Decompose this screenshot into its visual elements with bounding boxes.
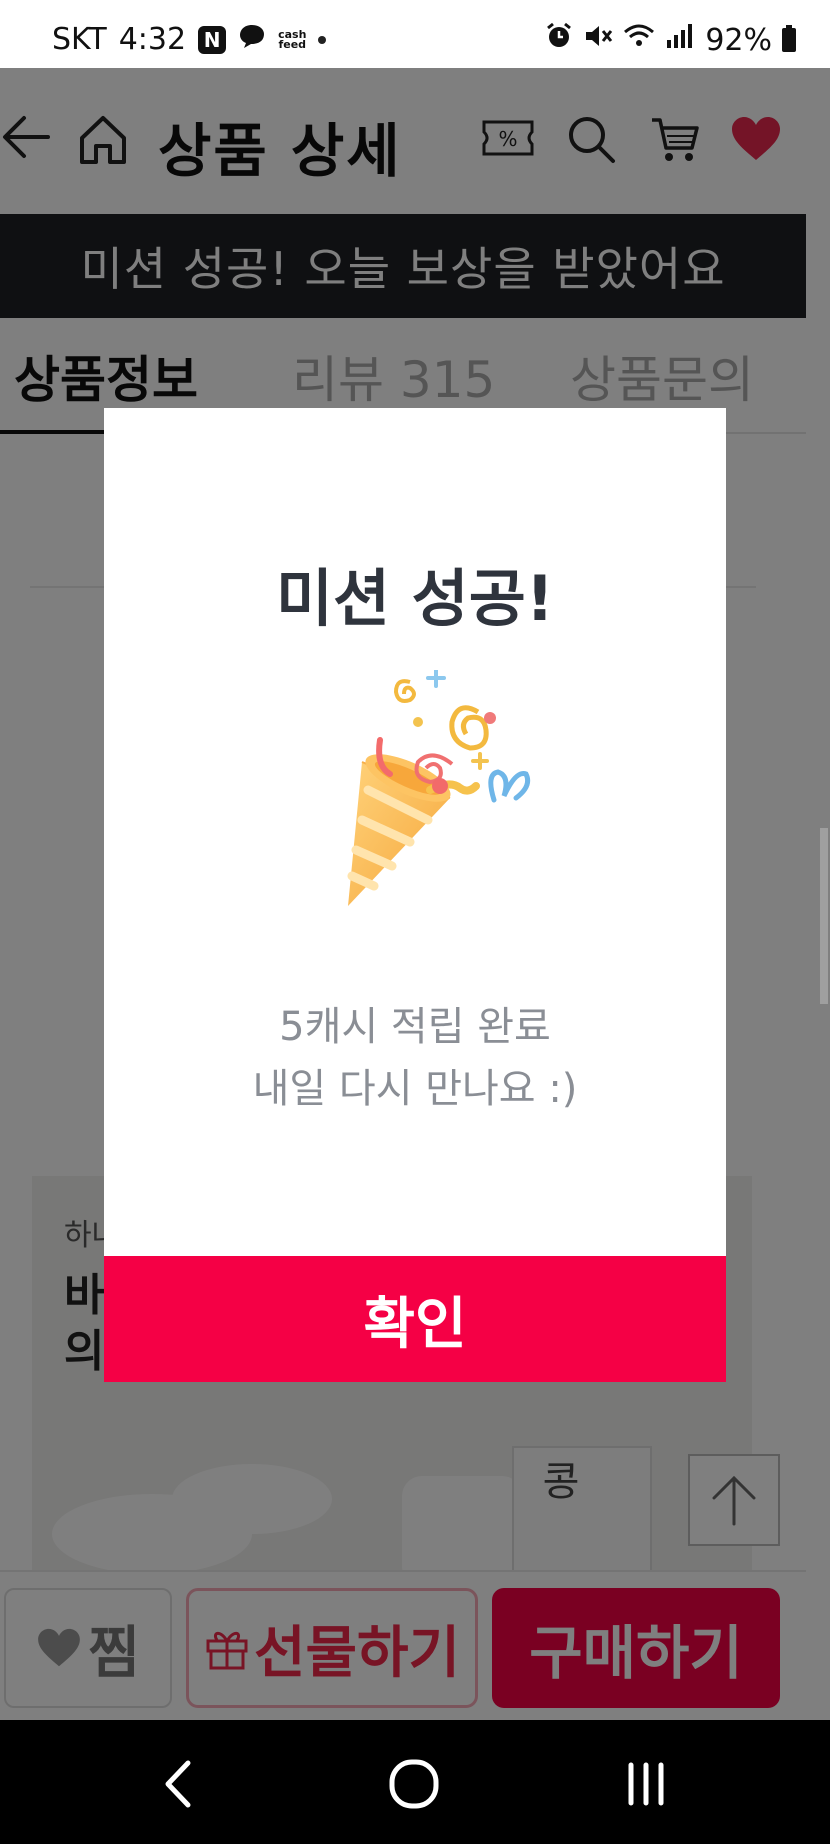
scrollbar-thumb[interactable]: [820, 828, 828, 1004]
home-circle-icon: [389, 1759, 439, 1809]
dialog-message: 5캐시 적립 완료 내일 다시 만나요 :): [104, 996, 726, 1120]
signal-icon: [665, 22, 695, 58]
cash-feed-icon: cash feed: [278, 29, 307, 51]
wifi-icon: [623, 22, 655, 58]
nav-home-button[interactable]: [384, 1754, 444, 1814]
dialog-title: 미션 성공!: [275, 562, 555, 635]
mission-success-dialog: 미션 성공! 5캐시 적립 완료 내일 다시 만나요:) 확인: [104, 408, 726, 1382]
alarm-icon: [545, 22, 573, 58]
chevron-left-icon: [165, 1760, 191, 1808]
dialog-message-line2: 내일 다시 만나요 :): [252, 1066, 578, 1112]
notification-dot-icon: [318, 35, 327, 44]
nav-recents-button[interactable]: [616, 1754, 676, 1814]
nav-back-button[interactable]: [150, 1754, 210, 1814]
cash-feed-line2: feed: [278, 37, 307, 51]
clock: 4:32: [118, 22, 187, 57]
chat-icon: [238, 22, 266, 57]
n-app-icon: N: [198, 25, 227, 54]
carrier-label: SKT: [52, 22, 107, 57]
mute-icon: [583, 22, 613, 58]
battery-percent: 92%: [705, 22, 772, 58]
status-bar: SKT 4:32 N cash feed 92%: [0, 0, 830, 68]
recents-icon: [628, 1762, 664, 1806]
dialog-message-line1: 5캐시 적립 완료: [279, 1004, 551, 1050]
confirm-button[interactable]: 확인: [104, 1256, 726, 1382]
system-nav-bar: [0, 1720, 830, 1844]
party-popper-icon: [300, 668, 540, 910]
battery-icon: [782, 25, 796, 52]
